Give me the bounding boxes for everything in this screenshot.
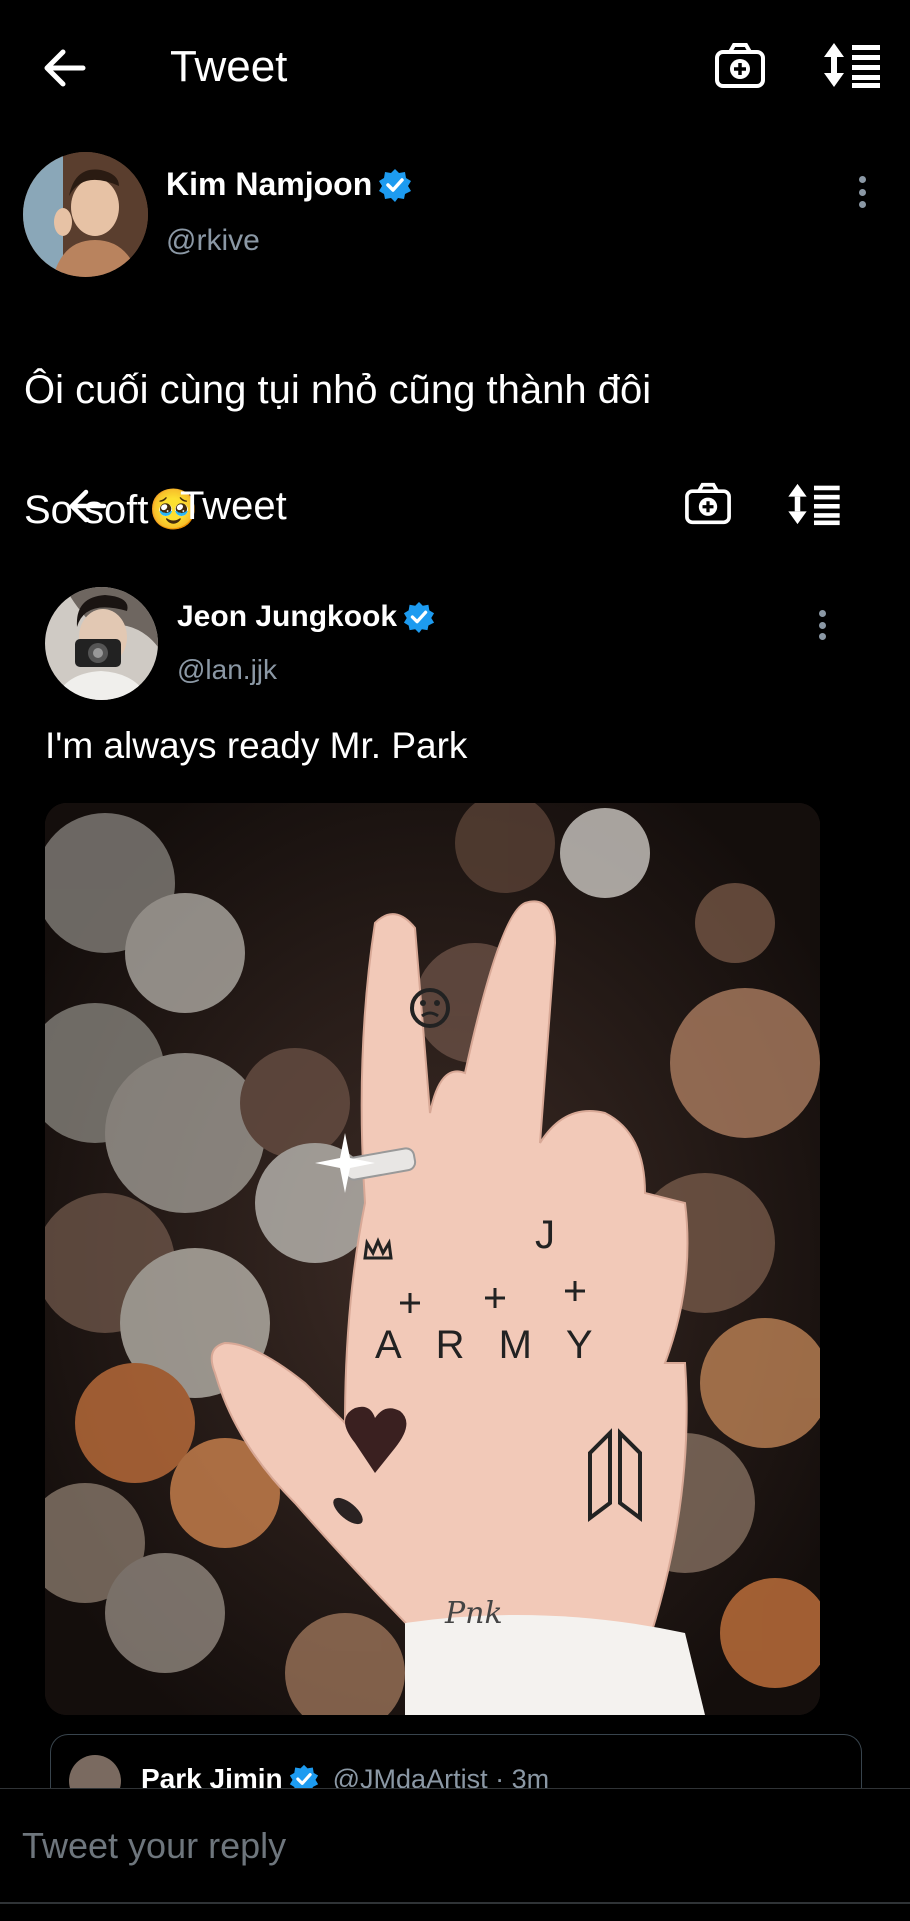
embedded-camera (684, 482, 732, 531)
avatar-image (23, 152, 148, 277)
author-handle[interactable]: @rkive (166, 224, 260, 258)
tweet-text: Ôi cuối cùng tụi nhỏ cũng thành đôi So s… (24, 300, 651, 600)
reply-divider (0, 1902, 910, 1904)
wrist-text: Pnk (444, 1596, 503, 1631)
kebab-dot-icon (858, 201, 866, 208)
top-app-bar: Tweet (0, 0, 910, 135)
arrow-left-icon (44, 49, 86, 87)
camera-plus-icon (715, 43, 765, 88)
sort-list-icon (788, 483, 840, 526)
sort-list-icon (824, 43, 880, 88)
hand-illustration: J ARMY Pnk (45, 803, 820, 1715)
verified-badge-icon (403, 601, 435, 633)
more-options-button[interactable] (856, 176, 868, 208)
embedded-author-name: Jeon Jungkook (177, 600, 398, 633)
quoted-tweet-card: Park Jimin @JMdaArtist · 3m (50, 1734, 862, 1795)
kebab-dot-icon (818, 621, 826, 629)
hand-word-army: ARMY (375, 1323, 627, 1367)
author-name[interactable]: Kim Namjoon (166, 166, 372, 203)
hand-letter-j: J (535, 1213, 555, 1257)
embedded-sort (786, 482, 842, 531)
embedded-avatar (45, 587, 158, 700)
kebab-dot-icon (818, 633, 826, 640)
kebab-dot-icon (818, 610, 826, 617)
verified-badge-icon (379, 168, 412, 202)
avatar-image (45, 587, 158, 700)
tweet-media-image: J ARMY Pnk (45, 803, 820, 1715)
kebab-dot-icon (858, 176, 866, 183)
embedded-author-handle: @lan.jjk (177, 654, 278, 685)
embedded-tweet-text: I'm always ready Mr. Park (45, 725, 468, 766)
arrow-left-icon (69, 489, 107, 523)
sort-button[interactable] (822, 40, 882, 90)
kebab-dot-icon (858, 188, 866, 196)
screenshot-button[interactable] (712, 38, 768, 94)
reply-input[interactable] (20, 1810, 884, 1882)
embedded-more-options (816, 610, 828, 640)
avatar[interactable] (23, 152, 148, 277)
page-title: Tweet (170, 42, 288, 91)
tweet-text-line: Ôi cuối cùng tụi nhỏ cũng thành đôi (24, 368, 652, 412)
embedded-page-title: Tweet (180, 484, 287, 528)
embedded-back-button (58, 476, 118, 536)
back-button[interactable] (35, 38, 95, 98)
camera-plus-icon (685, 482, 731, 525)
